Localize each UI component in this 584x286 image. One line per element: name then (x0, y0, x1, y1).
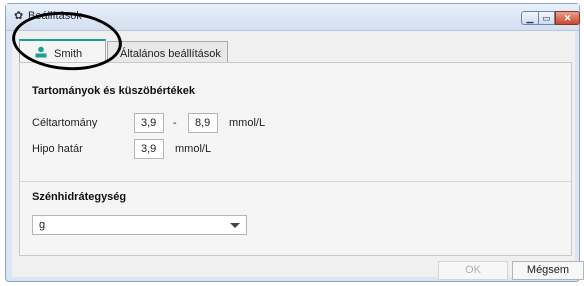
carbs-heading: Szénhidrátegység (32, 191, 127, 203)
carb-unit-select[interactable]: g (32, 215, 247, 235)
ranges-section: Tartományok és küszöbértékek Céltartomán… (20, 63, 571, 182)
range-separator: - (173, 117, 177, 129)
target-range-label: Céltartomány (32, 117, 98, 129)
ok-button[interactable]: OK (438, 261, 508, 280)
hypo-limit-input[interactable]: 3,9 (134, 139, 164, 159)
maximize-button[interactable]: ▭ (538, 11, 555, 25)
tab-general-settings-label: Általános beállítások (120, 48, 221, 60)
target-low-input[interactable]: 3,9 (134, 113, 164, 133)
target-unit: mmol/L (229, 117, 266, 129)
chevron-down-icon (230, 223, 240, 228)
carb-unit-value: g (39, 219, 46, 231)
cancel-button[interactable]: Mégsem (512, 261, 584, 280)
target-high-input[interactable]: 8,9 (188, 113, 218, 133)
maximize-icon: ▭ (542, 13, 551, 23)
close-button[interactable]: ✕ (555, 11, 580, 25)
tab-panel: Tartományok és küszöbértékek Céltartomán… (19, 62, 572, 256)
ranges-heading: Tartományok és küszöbértékek (32, 85, 196, 97)
close-icon: ✕ (563, 13, 572, 23)
minimize-button[interactable]: ▁ (521, 11, 538, 25)
dialog-content: Smith Általános beállítások Tartományok … (12, 31, 584, 280)
minimize-icon: ▁ (526, 13, 534, 23)
hypo-unit: mmol/L (175, 143, 212, 155)
tab-general-settings[interactable]: Általános beállítások (107, 41, 228, 63)
hypo-limit-label: Hipo határ (32, 143, 83, 155)
